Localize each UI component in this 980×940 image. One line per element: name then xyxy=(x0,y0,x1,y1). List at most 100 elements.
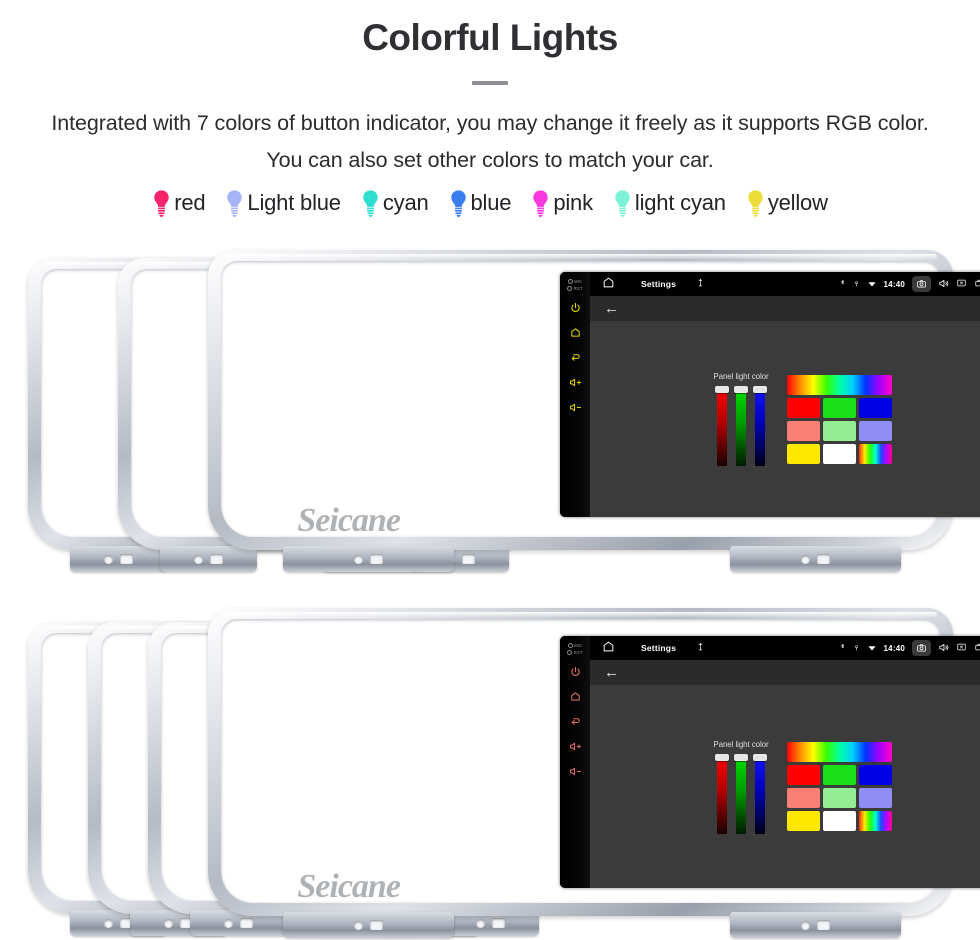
color-swatch-multicolor[interactable] xyxy=(858,811,892,831)
bracket-hole xyxy=(103,554,113,564)
back-button[interactable]: ← xyxy=(604,665,619,680)
car-radio-unit[interactable]: MIC RST Settings 14:40 ← Panel light color xyxy=(208,250,980,572)
color-swatch[interactable] xyxy=(786,420,820,441)
color-swatch-multicolor[interactable] xyxy=(858,443,892,464)
bracket-hole xyxy=(353,920,363,930)
close-box-icon[interactable] xyxy=(956,278,967,290)
microphone-icon[interactable] xyxy=(696,641,705,655)
color-swatch[interactable] xyxy=(858,765,892,785)
power-key[interactable] xyxy=(570,666,581,680)
volume-down-key[interactable] xyxy=(569,402,582,416)
home-icon[interactable] xyxy=(602,640,615,656)
green-slider-knob[interactable] xyxy=(733,386,748,393)
legend-item: cyan xyxy=(361,189,429,218)
reset-label: RST xyxy=(573,650,583,655)
legend-label: yellow xyxy=(767,190,828,216)
power-key[interactable] xyxy=(570,302,581,316)
color-swatch[interactable] xyxy=(786,765,820,785)
radio-row-bottom: MICRST←MICRST←MICRST←MICRSTSettings14:40… xyxy=(0,600,980,940)
camera-icon[interactable] xyxy=(912,276,931,292)
panel-light-color-settings: Panel light color xyxy=(590,685,980,888)
android-status-bar: Settings 14:40 xyxy=(590,272,980,296)
back-key[interactable] xyxy=(570,716,581,730)
volume-down-key[interactable] xyxy=(569,766,582,780)
color-swatch[interactable] xyxy=(858,788,892,808)
color-swatch[interactable] xyxy=(786,788,820,808)
reset-indicator[interactable]: RST xyxy=(567,286,583,291)
hue-spectrum-bar[interactable] xyxy=(786,374,892,395)
legend-label: light cyan xyxy=(634,190,726,216)
screen-title: Settings xyxy=(641,643,677,653)
android-status-bar: Settings 14:40 xyxy=(590,636,980,660)
color-swatch[interactable] xyxy=(858,397,892,418)
panel-light-color-settings: Panel light color xyxy=(590,321,980,517)
speaker-icon[interactable] xyxy=(938,642,949,655)
bulb-icon xyxy=(449,189,468,218)
panel-light-color-label: Panel light color xyxy=(713,372,769,381)
back-key[interactable] xyxy=(570,352,581,366)
recents-icon[interactable] xyxy=(974,642,980,654)
green-slider[interactable] xyxy=(733,386,748,466)
green-slider[interactable] xyxy=(733,753,748,834)
legend-item: yellow xyxy=(746,189,828,218)
close-box-icon[interactable] xyxy=(956,642,967,654)
bulb-icon xyxy=(225,189,244,218)
hue-spectrum-bar[interactable] xyxy=(786,742,892,762)
bulb-icon xyxy=(746,189,765,218)
slider-group xyxy=(714,753,767,834)
legend-label: blue xyxy=(470,190,512,216)
swatch-row xyxy=(786,397,892,418)
color-swatch[interactable] xyxy=(822,765,856,785)
bracket-slot xyxy=(369,554,383,564)
color-swatch[interactable] xyxy=(786,397,820,418)
home-key[interactable] xyxy=(570,691,581,705)
car-radio-unit[interactable]: MIC RST Settings 14:40 ← Panel light color xyxy=(208,608,980,938)
volume-up-key[interactable] xyxy=(569,377,582,391)
swatch-row xyxy=(786,811,892,831)
mic-led xyxy=(567,279,573,284)
recents-icon[interactable] xyxy=(974,278,980,290)
camera-icon[interactable] xyxy=(912,640,931,656)
home-key[interactable] xyxy=(570,327,581,341)
reset-pinhole[interactable] xyxy=(567,286,573,291)
red-slider-knob[interactable] xyxy=(714,753,729,761)
bracket-hole xyxy=(800,920,810,930)
blue-slider[interactable] xyxy=(752,386,767,466)
blue-slider[interactable] xyxy=(752,753,767,834)
volume-up-key[interactable] xyxy=(569,741,582,755)
color-swatch[interactable] xyxy=(786,443,820,464)
color-swatch[interactable] xyxy=(822,788,856,808)
blue-slider-knob[interactable] xyxy=(752,386,767,393)
back-button[interactable]: ← xyxy=(604,301,619,316)
red-slider[interactable] xyxy=(714,753,729,834)
panel-light-color-label: Panel light color xyxy=(713,739,769,749)
legend-item: Light blue xyxy=(225,189,341,218)
color-swatch-grid xyxy=(786,374,892,464)
home-icon[interactable] xyxy=(602,276,615,292)
reset-indicator[interactable]: RST xyxy=(567,650,583,655)
red-slider-knob[interactable] xyxy=(714,386,729,393)
bulb-icon xyxy=(613,189,632,218)
rgb-sliders: Panel light color xyxy=(713,372,769,466)
radio-touchscreen[interactable]: MIC RST Settings 14:40 ← Panel light color xyxy=(560,272,980,517)
hardware-key-column: MIC RST xyxy=(560,272,590,517)
green-slider-knob[interactable] xyxy=(733,753,748,761)
color-swatch[interactable] xyxy=(822,397,856,418)
color-swatch[interactable] xyxy=(786,811,820,831)
clock-time: 14:40 xyxy=(883,643,905,653)
color-swatch[interactable] xyxy=(858,420,892,441)
radio-touchscreen[interactable]: MIC RST Settings 14:40 ← Panel light color xyxy=(560,636,980,888)
red-slider[interactable] xyxy=(714,386,729,466)
blue-slider-knob[interactable] xyxy=(752,753,767,761)
legend-item: red xyxy=(152,189,206,218)
clock-time: 14:40 xyxy=(883,279,905,289)
color-swatch[interactable] xyxy=(822,811,856,831)
reset-pinhole[interactable] xyxy=(567,650,573,655)
bracket-hole xyxy=(193,554,203,564)
color-swatch[interactable] xyxy=(822,420,856,441)
microphone-icon[interactable] xyxy=(696,277,705,291)
swatch-row xyxy=(786,765,892,785)
speaker-icon[interactable] xyxy=(938,278,949,291)
swatch-row xyxy=(786,788,892,808)
color-swatch[interactable] xyxy=(822,443,856,464)
